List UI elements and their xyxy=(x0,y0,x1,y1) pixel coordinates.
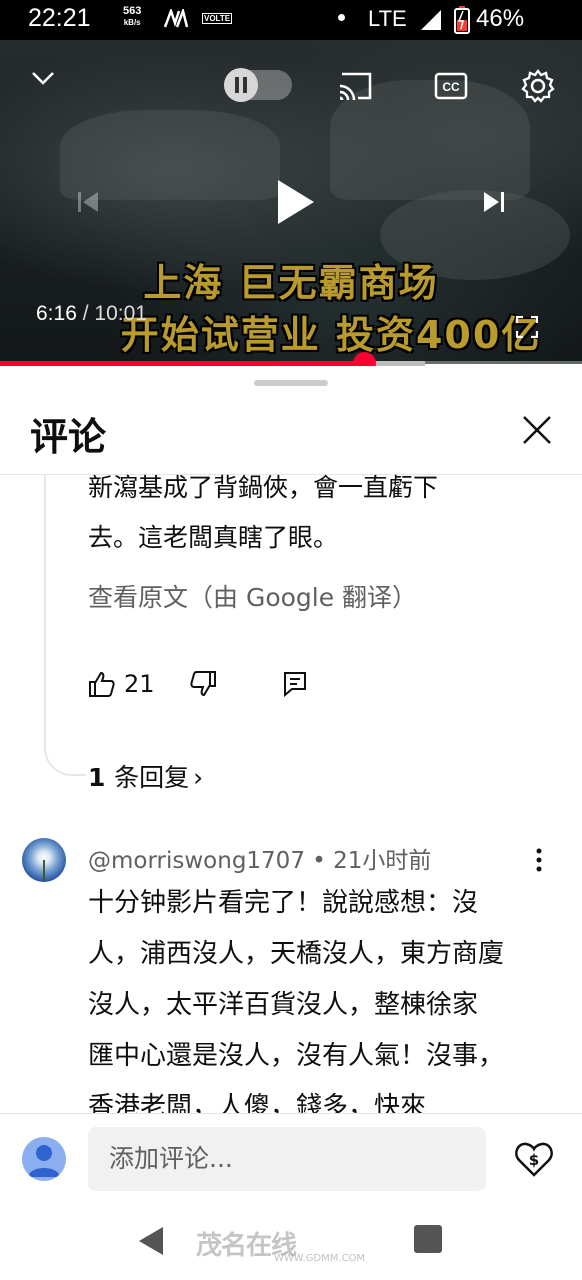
pause-icon[interactable] xyxy=(224,68,258,102)
comment-meta: @morriswong1707 • 21小时前 xyxy=(88,841,431,875)
comment-text-line: 去。這老闆真瞎了眼。 xyxy=(88,523,339,552)
thumb-up-icon[interactable] xyxy=(88,670,116,702)
network-speed-value: 563 xyxy=(123,5,142,17)
signal-icon xyxy=(419,8,443,36)
cc-icon[interactable]: CC xyxy=(434,72,468,100)
comment-time: 21小时前 xyxy=(333,848,432,874)
comment-text-line: 人，浦西沒人，天橋沒人，東方商廈 xyxy=(88,939,505,969)
notification-dot-icon xyxy=(338,14,345,21)
chevron-down-icon[interactable] xyxy=(30,70,56,86)
chevron-right-icon: › xyxy=(193,763,204,792)
network-type: LTE xyxy=(368,6,407,31)
network-speed-unit: kB/s xyxy=(123,18,141,27)
comment-text-line: 匯中心還是沒人，沒有人氣！沒事， xyxy=(88,1041,505,1071)
cast-icon[interactable] xyxy=(336,70,374,102)
more-vert-icon[interactable] xyxy=(536,848,542,876)
play-icon[interactable] xyxy=(276,178,316,226)
thumb-down-icon[interactable] xyxy=(189,670,217,702)
status-bar: 22:21 563 kB/s VOLTE LTE 46% xyxy=(0,0,582,40)
comment-text: 十分钟影片看完了！說說感想：沒 人，浦西沒人，天橋沒人，東方商廈 沒人，太平洋百… xyxy=(88,878,504,1114)
svg-text:$: $ xyxy=(529,1151,539,1169)
battery-percent: 46% xyxy=(476,5,525,32)
time-separator: / xyxy=(76,302,95,325)
time-total: 10:01 xyxy=(94,302,147,325)
video-timecode: 6:16 / 10:01 xyxy=(36,302,147,326)
reply-icon[interactable] xyxy=(282,670,308,702)
recents-icon[interactable] xyxy=(414,1225,442,1253)
battery-icon xyxy=(454,6,470,38)
network-speed: 563 kB/s xyxy=(123,6,141,28)
drag-handle[interactable] xyxy=(254,380,328,386)
nfc-icon xyxy=(163,6,189,33)
comment-text-line: 十分钟影片看完了！說說感想：沒 xyxy=(88,888,479,918)
add-comment-input[interactable]: 添加评论... xyxy=(88,1127,486,1191)
avatar-dandelion-stem xyxy=(43,860,45,882)
comment-text-line: 沒人，太平洋百貨沒人，整棟徐家 xyxy=(88,990,479,1020)
heart-dollar-icon[interactable]: $ xyxy=(514,1139,554,1183)
video-caption-line1: 上海 巨无霸商场 xyxy=(143,261,439,305)
replies-label: 条回复 xyxy=(114,763,190,792)
video-player[interactable]: 上海 巨无霸商场 开始试营业 投资400亿 CC 6:16 / 10:01 xyxy=(0,40,582,364)
skip-next-icon[interactable] xyxy=(482,190,506,214)
fullscreen-icon[interactable] xyxy=(516,316,538,338)
view-replies-button[interactable]: 1 条回复 › xyxy=(88,758,203,794)
panel-title: 评论 xyxy=(30,415,107,459)
back-icon[interactable] xyxy=(137,1225,165,1261)
close-icon[interactable] xyxy=(521,414,553,450)
comment-text-line: 香港老闆，人傻，錢多，快來 xyxy=(88,1092,427,1114)
gear-icon[interactable] xyxy=(520,68,556,104)
svg-text:CC: CC xyxy=(442,80,460,94)
comment-text-line: 新瀉基成了背鍋俠，會一直虧下 xyxy=(88,473,439,502)
thread-connector xyxy=(44,474,86,776)
meta-separator: • xyxy=(304,848,334,874)
like-count: 21 xyxy=(124,670,155,698)
add-comment-bar: 添加评论... $ xyxy=(0,1113,582,1208)
avatar xyxy=(22,1137,66,1181)
status-time: 22:21 xyxy=(28,4,91,32)
comment-author[interactable]: @morriswong1707 xyxy=(88,848,305,874)
see-original-link[interactable]: 查看原文（由 Google 翻译） xyxy=(88,578,417,614)
comment-text: 新瀉基成了背鍋俠，會一直虧下 去。這老闆真瞎了眼。 xyxy=(88,463,438,563)
watermark-url: WWW.GDMM.COM xyxy=(274,1253,366,1264)
skip-previous-icon[interactable] xyxy=(76,190,100,214)
volte-badge: VOLTE xyxy=(202,13,233,24)
replies-count: 1 xyxy=(88,763,106,792)
time-current: 6:16 xyxy=(36,302,77,325)
comments-panel: 评论 新瀉基成了背鍋俠，會一直虧下 去。這老闆真瞎了眼。 查看原文（由 Goog… xyxy=(0,366,582,1114)
system-nav-bar: 茂名在线 WWW.GDMM.COM xyxy=(0,1207,582,1280)
avatar[interactable] xyxy=(22,838,66,882)
